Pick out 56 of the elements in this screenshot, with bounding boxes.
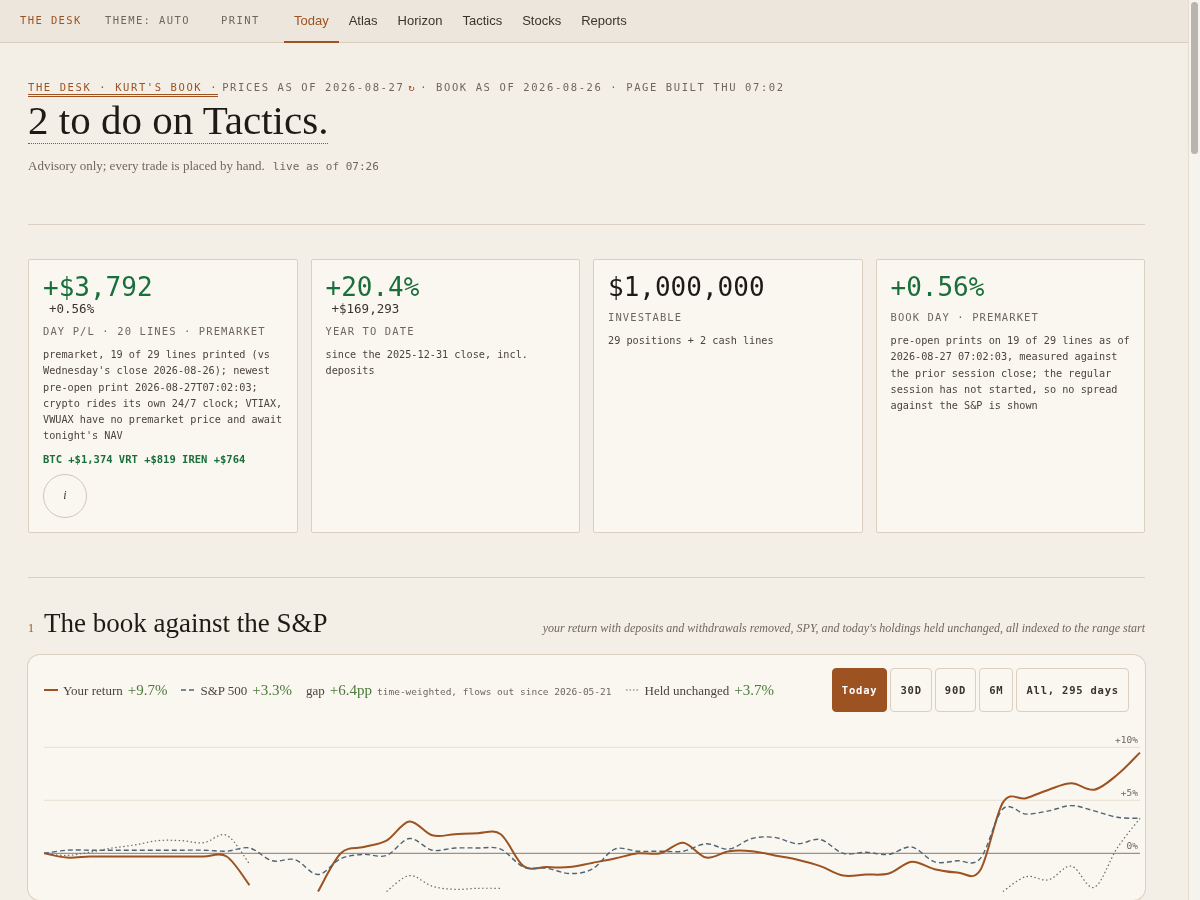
stat-value: +0.56% [890,272,985,302]
refresh-icon[interactable]: ↻ [408,81,417,97]
brand-link[interactable]: THE DESK [20,0,105,42]
legend-note: time-weighted, flows out since 2026-05-21 [377,685,612,697]
stat-label: BOOK DAY · PREMARKET [890,311,1039,323]
axis-tick-label: +10% [1115,734,1138,746]
nav-tab[interactable]: Stocks [512,0,572,43]
legend-label: Held unchanged [644,682,730,699]
stat-label: YEAR TO DATE [325,325,415,337]
range-button[interactable]: 30D [890,668,932,712]
stat-subvalue: +$169,293 [331,302,400,316]
advisory-note: Advisory only; every trade is placed by hand. [28,158,265,174]
page-title: 2 to do on Tactics. [28,97,329,144]
stat-note: pre-open prints on 19 of 29 lines as of 2026-08-27 07:02:03, measured against the prior session close; the regular session has not started, so no spread against the S&P is shown [890,334,1130,414]
axis-tick-label: +5% [1120,787,1138,799]
legend-value: +3.7% [734,681,775,699]
legend-label: S&P 500 [200,682,248,699]
nav-tab[interactable]: Horizon [387,0,453,43]
stat-value: $1,000,000 [608,272,765,302]
range-button[interactable]: All, 295 days [1016,668,1129,712]
stat-label: INVESTABLE [608,311,683,323]
breadcrumb-link[interactable]: THE DESK · KURT'S BOOK · [28,81,219,97]
stat-label: DAY P/L · 20 LINES · PREMARKET [43,325,266,337]
legend-line-icon [44,687,58,693]
section-caption: your return with deposits and withdrawals removed, SPY, and today's holdings held unchanged, all indexed to the range start [542,621,1145,636]
top-movers: BTC +$1,374 VRT +$819 IREN +$764 [43,452,246,465]
nav-tab[interactable]: Today [284,0,339,43]
legend-label: gap [306,682,325,699]
nav-tab[interactable]: Tactics [452,0,513,43]
stat-note: since the 2025-12-31 close, incl. deposits [325,348,529,379]
nav-tab[interactable]: Reports [571,0,637,43]
section-title: The book against the S&P [44,608,329,639]
stat-subvalue: +0.56% [49,302,95,316]
legend-line-icon [625,687,640,693]
scrollbar-thumb[interactable] [1191,2,1198,154]
stat-value: +$3,792 [43,272,153,302]
stat-value: +20.4% [325,272,420,302]
legend-value: +6.4pp [329,681,372,699]
section-number: 1 [28,621,34,636]
legend-value: +3.3% [252,681,292,699]
stat-note: 29 positions + 2 cash lines [608,334,774,348]
prices-date: PRICES AS OF 2026-08-27 [222,81,405,95]
nav-tab[interactable]: Atlas [338,0,388,43]
legend-label: Your return [63,682,123,699]
live-time: live as of 07:26 [272,160,379,173]
legend-value: +9.7% [127,681,168,699]
stat-note: premarket, 19 of 29 lines printed (vs Wednesday's close 2026-08-26); newest pre-open print 2026-08-27T07:02:03; crypto rides its own 24/7 clock; VTIAX, VWUAX have no premarket price and await tonight's NAV [43,348,283,444]
legend-line-icon [181,687,196,693]
range-button[interactable]: Today [831,668,888,712]
range-button[interactable]: 90D [934,668,977,712]
scrollbar[interactable] [1188,0,1200,900]
book-date: · BOOK AS OF 2026-08-26 · PAGE BUILT THU 07:02 [420,81,785,95]
print-link[interactable]: PRINT [221,0,284,42]
axis-tick-label: 0% [1126,840,1138,852]
theme-toggle[interactable]: THEME: AUTO [105,0,221,42]
range-button[interactable]: 6M [979,668,1014,712]
